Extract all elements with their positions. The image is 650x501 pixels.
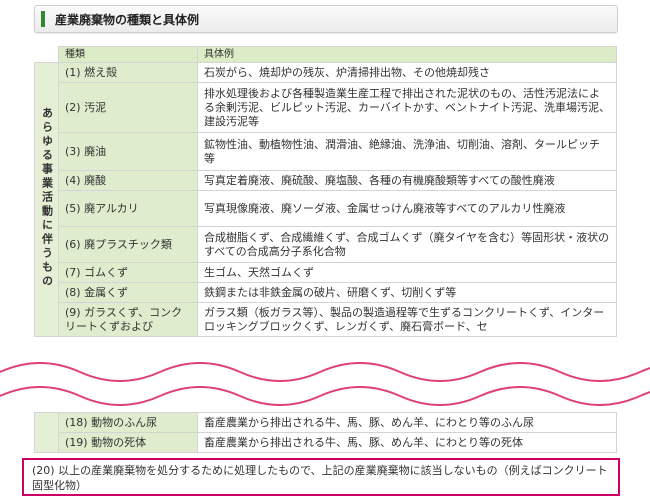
group-label: あらゆる事業活動に伴うもの <box>40 106 54 289</box>
row-example: 鉱物性油、動植物性油、潤滑油、絶縁油、洗浄油、切削油、溶剤、タールピッチ等 <box>197 132 617 171</box>
omission-wave-break <box>0 352 650 406</box>
table-row: (7) ゴムくず 生ゴム、天然ゴムくず <box>35 262 617 283</box>
row-kind: (7) ゴムくず <box>58 262 198 283</box>
waste-types-table-continued: (18) 動物のふん尿 畜産農業から排出される牛、馬、豚、めん羊、にわとり等のふ… <box>34 412 617 453</box>
header-example: 具体例 <box>197 46 617 63</box>
table-row: (4) 廃酸 写真定着廃液、廃硫酸、廃塩酸、各種の有機廃酸類等すべての酸性廃液 <box>35 170 617 191</box>
row-example: 写真定着廃液、廃硫酸、廃塩酸、各種の有機廃酸類等すべての酸性廃液 <box>197 170 617 191</box>
row-kind: (2) 汚泥 <box>58 82 198 133</box>
row-kind: (4) 廃酸 <box>58 170 198 191</box>
row-kind: (8) 金属くず <box>58 282 198 303</box>
row-kind: (3) 廃油 <box>58 132 198 171</box>
row-example: 石炭がら、焼却炉の残灰、炉清掃排出物、その他焼却残さ <box>197 62 617 83</box>
row-example: 合成樹脂くず、合成繊維くず、合成ゴムくず（廃タイヤを含む）等固形状・液状のすべて… <box>197 226 617 263</box>
group-label-cell: あらゆる事業活動に伴うもの <box>34 62 59 337</box>
table-row: (6) 廃プラスチック類 合成樹脂くず、合成繊維くず、合成ゴムくず（廃タイヤを含… <box>35 226 617 263</box>
header-corner <box>34 46 59 63</box>
header-kind: 種類 <box>58 46 198 63</box>
row-example: 生ゴム、天然ゴムくず <box>197 262 617 283</box>
table-row: (2) 汚泥 排水処理後および各種製造業生産工程で排出された泥状のもの、活性汚泥… <box>35 82 617 133</box>
table-row: (8) 金属くず 鉄鋼または非鉄金属の破片、研磨くず、切削くず等 <box>35 282 617 303</box>
footer-note-highlight: (20) 以上の産業廃棄物を処分するために処理したもので、上記の産業廃棄物に該当… <box>22 458 620 496</box>
table-row: (19) 動物の死体 畜産農業から排出される牛、馬、豚、めん羊、にわとり等の死体 <box>35 432 617 453</box>
row-example: 写真現像廃液、廃ソーダ液、金属せっけん廃液等すべてのアルカリ性廃液 <box>197 190 617 227</box>
row-kind: (5) 廃アルカリ <box>58 190 198 227</box>
group-label-cell-continued <box>34 412 59 453</box>
row-example: ガラス類（板ガラス等）、製品の製造過程等で生ずるコンクリートくず、インターロッキ… <box>197 302 617 337</box>
heading-title: 産業廃棄物の種類と具体例 <box>55 13 200 27</box>
row-example: 畜産農業から排出される牛、馬、豚、めん羊、にわとり等の死体 <box>197 432 617 453</box>
heading-accent-bar <box>41 11 45 27</box>
row-kind: (9) ガラスくず、コンクリートくずおよび <box>58 302 198 337</box>
row-kind: (19) 動物の死体 <box>58 432 198 453</box>
section-heading: 産業廃棄物の種類と具体例 <box>34 5 618 33</box>
row-kind: (6) 廃プラスチック類 <box>58 226 198 263</box>
table-header-row: 種類 具体例 <box>34 46 617 63</box>
table-row: (18) 動物のふん尿 畜産農業から排出される牛、馬、豚、めん羊、にわとり等のふ… <box>34 412 617 453</box>
waste-types-table: 種類 具体例 あらゆる事業活動に伴うもの (1) 燃え殻 石炭がら、焼却炉の残灰… <box>34 46 617 337</box>
row-kind: (18) 動物のふん尿 <box>58 412 198 433</box>
row-kind: (1) 燃え殻 <box>58 62 198 83</box>
row-example: 鉄鋼または非鉄金属の破片、研磨くず、切削くず等 <box>197 282 617 303</box>
table-row: (5) 廃アルカリ 写真現像廃液、廃ソーダ液、金属せっけん廃液等すべてのアルカリ… <box>35 190 617 227</box>
row-example: 排水処理後および各種製造業生産工程で排出された泥状のもの、活性汚泥法による余剰汚… <box>197 82 617 133</box>
row-example: 畜産農業から排出される牛、馬、豚、めん羊、にわとり等のふん尿 <box>197 412 617 433</box>
table-row: (9) ガラスくず、コンクリートくずおよび ガラス類（板ガラス等）、製品の製造過… <box>35 302 617 337</box>
table-row: (3) 廃油 鉱物性油、動植物性油、潤滑油、絶縁油、洗浄油、切削油、溶剤、タール… <box>35 132 617 171</box>
table-row: あらゆる事業活動に伴うもの (1) 燃え殻 石炭がら、焼却炉の残灰、炉清掃排出物… <box>34 62 617 337</box>
